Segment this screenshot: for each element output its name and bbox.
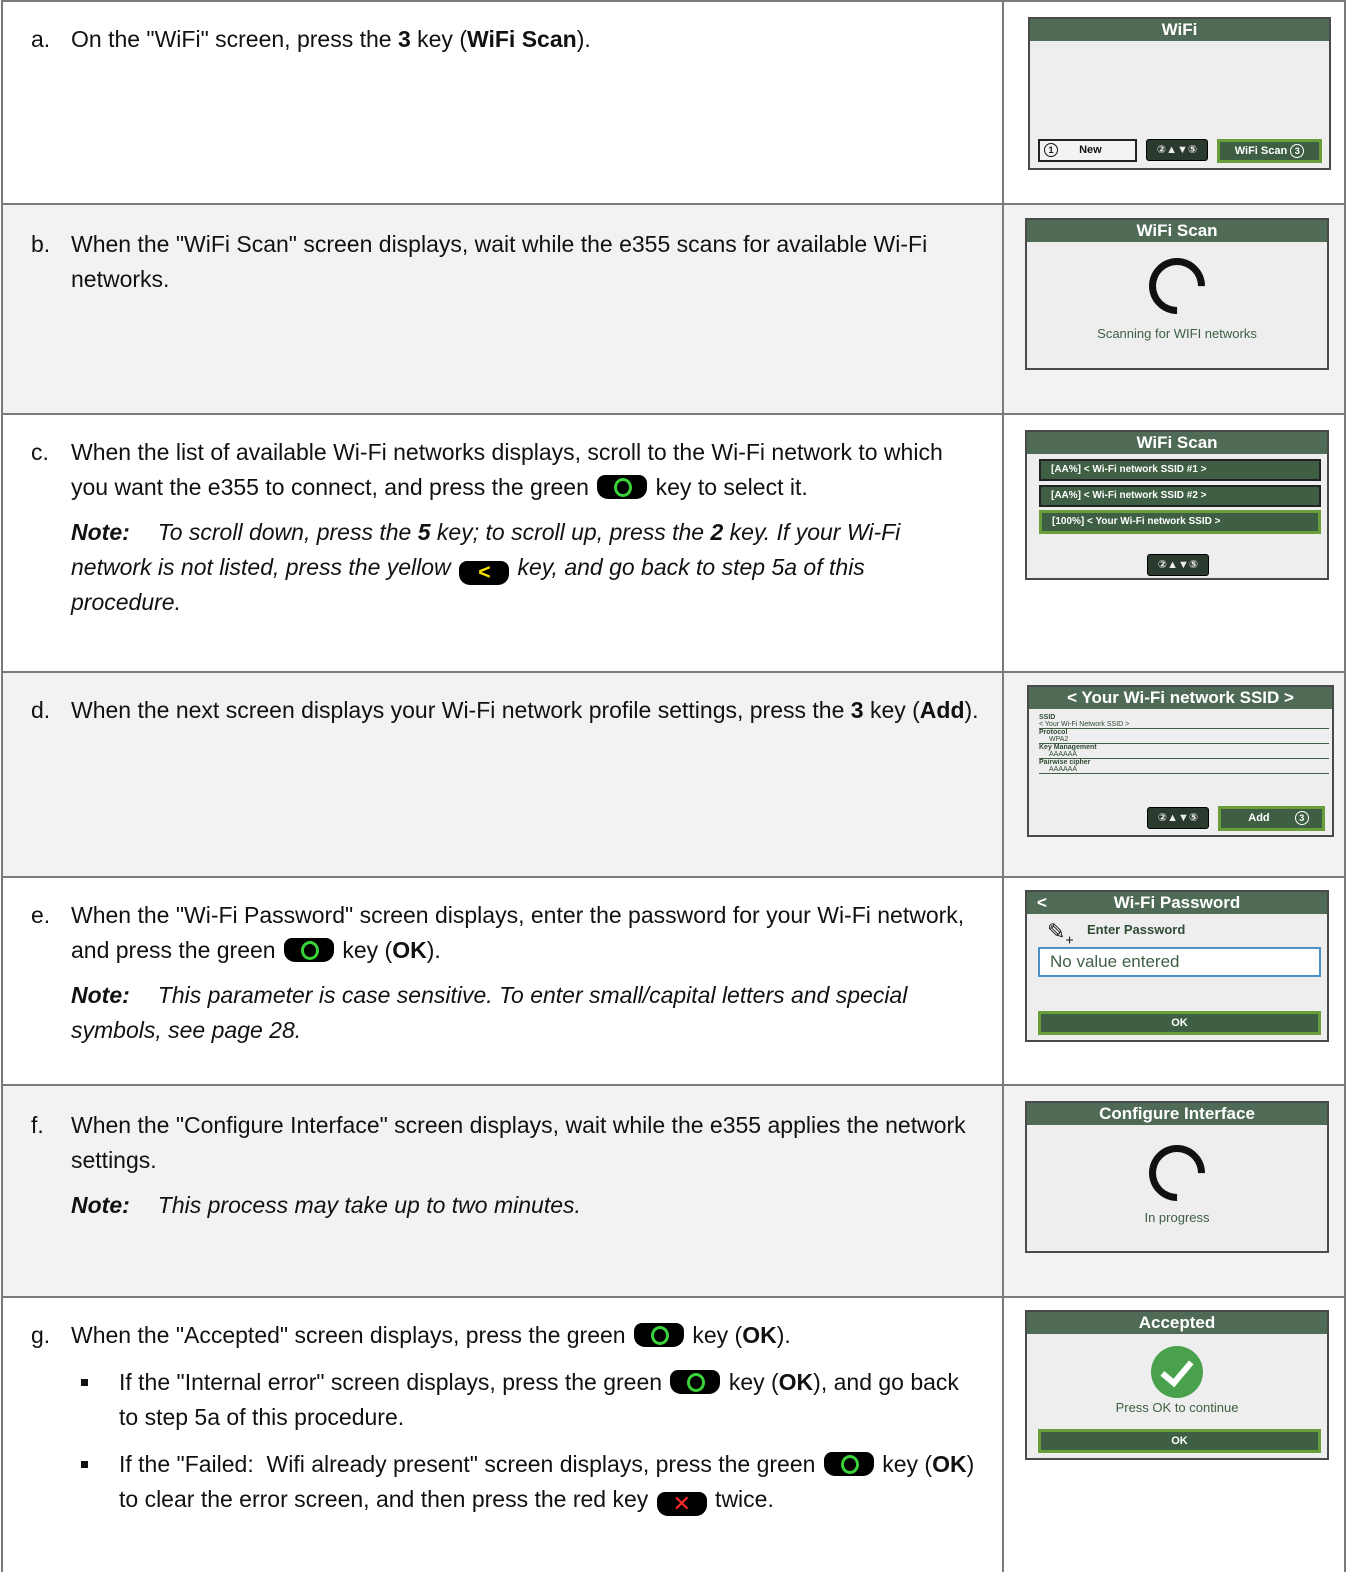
green-key-icon xyxy=(283,938,334,962)
red-key-icon: ✕ xyxy=(656,1492,707,1516)
new-button[interactable]: 1 New xyxy=(1038,139,1137,162)
step-letter: c. xyxy=(31,439,49,465)
green-key-icon xyxy=(633,1323,684,1347)
green-key-icon xyxy=(670,1370,721,1394)
loading-spinner-icon xyxy=(1137,1133,1217,1213)
key-1-icon: 1 xyxy=(1044,143,1058,158)
password-label: Enter Password xyxy=(1087,922,1186,937)
screen-header: < Wi-Fi Password xyxy=(1027,892,1327,914)
step-text: b. When the "WiFi Scan" screen displays,… xyxy=(31,227,981,297)
key-3-icon: 3 xyxy=(1294,811,1309,826)
scan-status: Scanning for WIFI networks xyxy=(1097,326,1257,341)
screen-title: Accepted xyxy=(1027,1312,1327,1334)
scroll-arrows-icon: ②▲▼⑤ xyxy=(1147,554,1209,576)
step-letter: b. xyxy=(31,231,51,257)
step-text: e. When the "Wi-Fi Password" screen disp… xyxy=(31,898,981,1048)
device-screen-network-profile: < Your Wi-Fi network SSID > SSID < Your … xyxy=(1027,685,1334,837)
screen-title: < Your Wi-Fi network SSID > xyxy=(1029,687,1332,709)
step-row-b: b. When the "WiFi Scan" screen displays,… xyxy=(1,205,1346,415)
step-body: When the "Accepted" screen displays, pre… xyxy=(71,1322,791,1348)
add-button[interactable]: Add 3 xyxy=(1218,806,1325,831)
wifi-scan-button[interactable]: WiFi Scan 3 xyxy=(1217,139,1322,163)
bullet-item: If the "Internal error" screen displays,… xyxy=(81,1365,981,1435)
step-letter: g. xyxy=(31,1322,51,1348)
field-value: WPA2 xyxy=(1039,736,1329,744)
accepted-status: Press OK to continue xyxy=(1115,1400,1239,1415)
screen-title: WiFi Scan xyxy=(1027,432,1327,454)
step-note: Note: This parameter is case sensitive. T… xyxy=(71,982,908,1043)
screen-title: Configure Interface xyxy=(1027,1103,1327,1125)
network-list-item[interactable]: [AA%] < Wi-Fi network SSID #1 > xyxy=(1039,459,1321,481)
screen-title: Wi-Fi Password xyxy=(1113,893,1241,912)
device-screen-wifi: WiFi 1 New ②▲▼⑤ WiFi Scan 3 xyxy=(1028,17,1331,170)
screen-title: WiFi Scan xyxy=(1027,220,1327,242)
profile-fields: SSID < Your Wi-Fi Network SSID > Protoco… xyxy=(1039,714,1329,774)
step-row-g: g. When the "Accepted" screen displays, … xyxy=(1,1298,1346,1572)
green-key-icon xyxy=(823,1452,874,1476)
step-body: When the "Wi-Fi Password" screen display… xyxy=(71,902,965,963)
yellow-key-icon: < xyxy=(459,561,510,585)
ok-button[interactable]: OK xyxy=(1038,1011,1321,1035)
step-body: When the next screen displays your Wi-Fi… xyxy=(71,697,979,723)
field-label: Protocol xyxy=(1039,729,1068,736)
device-screen-password: < Wi-Fi Password ✎+ Enter Password No va… xyxy=(1025,890,1329,1042)
key-3-icon: 3 xyxy=(1290,144,1305,159)
back-icon[interactable]: < xyxy=(1037,892,1047,914)
screen-title: WiFi xyxy=(1030,19,1329,41)
step-text: f. When the "Configure Interface" screen… xyxy=(31,1108,981,1223)
step-text: a. On the "WiFi" screen, press the 3 key… xyxy=(31,22,981,57)
step-text: c. When the list of available Wi-Fi netw… xyxy=(31,435,981,620)
step-text: g. When the "Accepted" screen displays, … xyxy=(31,1318,981,1517)
step-letter: d. xyxy=(31,697,51,723)
scroll-arrows-icon: ②▲▼⑤ xyxy=(1147,807,1209,829)
configure-status: In progress xyxy=(1144,1210,1210,1225)
network-list-item[interactable]: [AA%] < Wi-Fi network SSID #2 > xyxy=(1039,485,1321,507)
step-body: When the list of available Wi-Fi network… xyxy=(71,439,943,500)
field-label: Key Management xyxy=(1039,744,1097,751)
field-value: AAAAAA xyxy=(1039,751,1329,759)
checkmark-icon xyxy=(1151,1346,1203,1398)
step-letter: f. xyxy=(31,1112,44,1138)
device-screen-network-list: WiFi Scan [AA%] < Wi-Fi network SSID #1 … xyxy=(1025,430,1329,580)
field-label: SSID xyxy=(1039,714,1056,721)
step-note: Note: This process may take up to two min… xyxy=(71,1192,581,1218)
step-row-d: d. When the next screen displays your Wi… xyxy=(1,673,1346,878)
bullet-item: If the "Failed: Wifi already present" sc… xyxy=(81,1447,981,1517)
device-screen-wifi-scan: WiFi Scan Scanning for WIFI networks xyxy=(1025,218,1329,370)
step-letter: a. xyxy=(31,26,51,52)
step-row-a: a. On the "WiFi" screen, press the 3 key… xyxy=(1,0,1346,205)
device-screen-accepted: Accepted Press OK to continue OK xyxy=(1025,1310,1329,1460)
network-list-item-selected[interactable]: [100%] < Your Wi-Fi network SSID > xyxy=(1039,510,1321,534)
step-body: When the "WiFi Scan" screen displays, wa… xyxy=(71,231,928,292)
field-value: < Your Wi-Fi Network SSID > xyxy=(1039,721,1329,729)
step-body: When the "Configure Interface" screen di… xyxy=(71,1112,966,1173)
step-note: Note: To scroll down, press the 5 key; to… xyxy=(71,519,901,615)
field-label: Pairwise cipher xyxy=(1039,759,1091,766)
scroll-arrows-icon: ②▲▼⑤ xyxy=(1146,139,1208,161)
step-row-e: e. When the "Wi-Fi Password" screen disp… xyxy=(1,878,1346,1086)
field-value: AAAAAA xyxy=(1039,766,1329,774)
green-key-icon xyxy=(597,475,648,499)
step-row-c: c. When the list of available Wi-Fi netw… xyxy=(1,415,1346,673)
step-text: d. When the next screen displays your Wi… xyxy=(31,693,981,728)
ok-button[interactable]: OK xyxy=(1038,1429,1321,1453)
step-letter: e. xyxy=(31,902,51,928)
password-input[interactable]: No value entered xyxy=(1038,947,1321,977)
loading-spinner-icon xyxy=(1137,246,1217,326)
step-row-f: f. When the "Configure Interface" screen… xyxy=(1,1086,1346,1298)
step-body: On the "WiFi" screen, press the 3 key (W… xyxy=(71,26,591,52)
device-screen-configure-interface: Configure Interface In progress xyxy=(1025,1101,1329,1253)
